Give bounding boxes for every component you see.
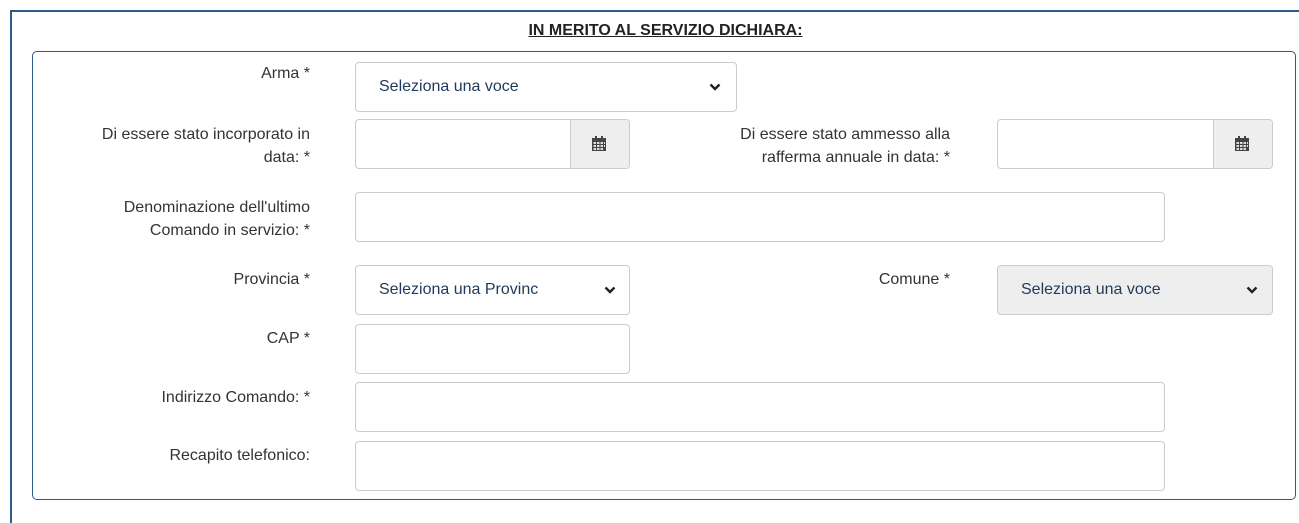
rafferma-calendar-button[interactable] [1213, 120, 1272, 168]
recapito-label: Recapito telefonico: [169, 447, 310, 464]
denominazione-label-line1: Denominazione dell'ultimo [123, 199, 310, 216]
incorporato-label: Di essere stato incorporato in data: * [0, 123, 310, 169]
arma-select-value: Seleziona una voce [379, 78, 519, 95]
cap-input[interactable] [355, 324, 630, 374]
comune-select-value: Seleziona una voce [1021, 281, 1161, 298]
arma-select[interactable]: Seleziona una voce [355, 62, 737, 112]
calendar-icon [1235, 136, 1249, 151]
indirizzo-label: Indirizzo Comando: * [161, 389, 310, 406]
incorporato-calendar-button[interactable] [570, 120, 629, 168]
recapito-input[interactable] [355, 441, 1165, 491]
denominazione-input[interactable] [355, 192, 1165, 242]
comune-select[interactable]: Seleziona una voce [997, 265, 1273, 315]
provincia-label: Provincia * [233, 271, 310, 288]
incorporato-label-line1: Di essere stato incorporato in [101, 126, 310, 143]
chevron-down-icon [709, 83, 721, 91]
arma-label: Arma * [261, 65, 310, 82]
chevron-down-icon [604, 286, 616, 294]
section-title: IN MERITO AL SERVIZIO DICHIARA: [528, 22, 803, 39]
rafferma-label: Di essere stato ammesso alla rafferma an… [640, 123, 950, 169]
provincia-select[interactable]: Seleziona una Provinc [355, 265, 630, 315]
incorporato-label-line2: data: * [263, 149, 310, 166]
denominazione-label-line2: Comando in servizio: * [149, 222, 310, 239]
rafferma-label-line2: rafferma annuale in data: * [761, 149, 950, 166]
comune-label: Comune * [878, 271, 950, 288]
indirizzo-input[interactable] [355, 382, 1165, 432]
calendar-icon [592, 136, 606, 151]
chevron-down-icon [1246, 286, 1258, 294]
rafferma-date-input[interactable] [997, 119, 1273, 169]
incorporato-date-input[interactable] [355, 119, 630, 169]
provincia-select-value: Seleziona una Provinc [379, 281, 539, 298]
rafferma-label-line1: Di essere stato ammesso alla [740, 126, 950, 143]
cap-label: CAP * [266, 330, 310, 347]
denominazione-label: Denominazione dell'ultimo Comando in ser… [0, 196, 310, 242]
